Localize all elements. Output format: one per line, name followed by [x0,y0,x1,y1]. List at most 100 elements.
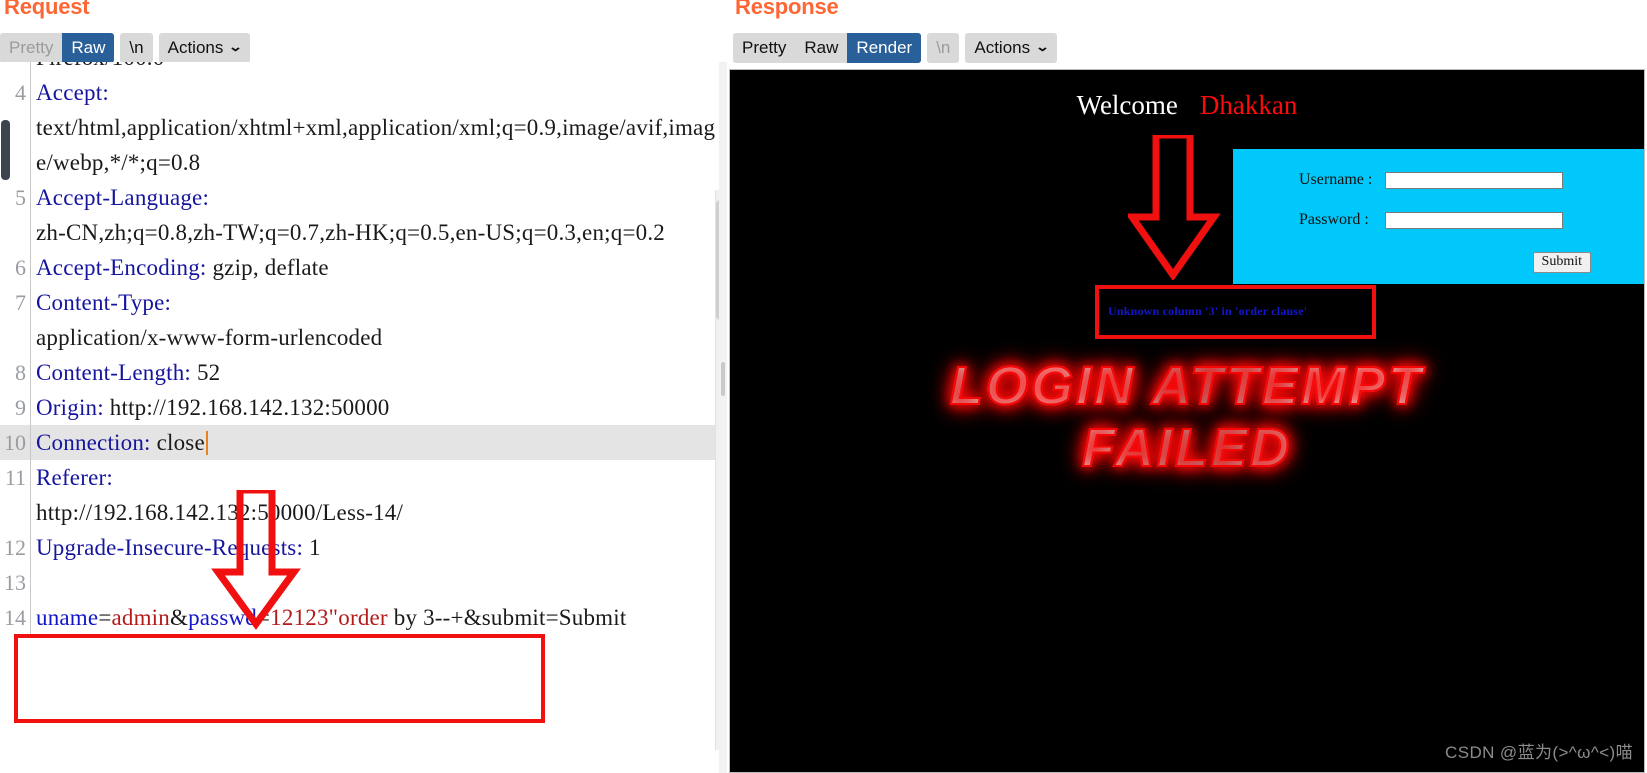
welcome-username: Dhakkan [1199,90,1298,120]
response-tab-raw[interactable]: Raw [795,33,848,63]
response-tab-pretty[interactable]: Pretty [733,33,796,63]
response-newline-button[interactable]: \n [927,33,960,63]
body-ampersand: & [169,605,189,630]
splitter-grip[interactable] [721,362,725,396]
request-newline-button[interactable]: \n [120,33,153,63]
line-number: 5 [15,185,26,210]
code-line-text: Content-Length: 52 [30,355,727,390]
header-name: Origin: [36,395,104,420]
header-value: http://192.168.142.132:50000 [103,395,390,420]
code-line-text: Accept-Language: [30,180,727,215]
code-line: 9 Origin: http://192.168.142.132:50000 [0,390,727,425]
code-line: 5 Accept-Language: [0,180,727,215]
code-line: 8 Content-Length: 52 [0,355,727,390]
header-value: 52 [191,360,221,385]
code-line-text: Accept: [30,75,727,110]
body-param-uname-key: uname [36,605,99,630]
header-value: close [150,430,205,455]
line-number: 10 [4,430,26,455]
username-row: Username : [1233,171,1644,189]
body-param-submit: &submit=Submit [463,605,627,630]
code-line: 11 Referer: [0,460,727,495]
line-number: 12 [4,535,26,560]
code-line-text: Firefox/100.0 [30,62,727,75]
chevron-down-icon: ⌄ [228,39,244,54]
submit-button[interactable]: Submit [1532,252,1591,273]
request-view-tabs: Pretty Raw [0,33,115,63]
line-number: 14 [4,605,26,630]
code-line: 4 Accept: [0,75,727,110]
line-number: 8 [15,360,26,385]
request-tab-raw[interactable]: Raw [62,33,115,63]
request-toolbar: Pretty Raw \n Actions ⌄ [0,33,251,63]
code-line: 7 Content-Type: [0,285,727,320]
welcome-banner: Welcome Dhakkan [730,90,1644,121]
password-row: Password : [1233,211,1644,229]
request-actions-label: Actions [167,38,224,57]
code-line: 12 Upgrade-Insecure-Requests: 1 [0,530,727,565]
request-actions-menu: Actions ⌄ [158,33,251,63]
code-line: application/x-www-form-urlencoded [0,320,727,355]
line-number: 9 [15,395,26,420]
response-view-tabs: Pretty Raw Render [733,33,922,63]
response-actions-label: Actions [974,38,1031,57]
line-number: 4 [15,80,26,105]
username-input[interactable] [1385,171,1563,189]
body-param-uname-value: admin [111,605,170,630]
response-render-view: Welcome Dhakkan Username : Password : Sub… [729,69,1645,773]
code-line-active: 10 Connection: close [0,425,727,460]
header-name: Content-Length: [36,360,192,385]
request-code-lines: Firefox/100.0 4 Accept: text/html,applic… [0,62,727,635]
submit-row: Submit [1233,252,1644,273]
header-name: Accept-Encoding: [36,255,207,280]
login-failed-line-1: LOGIN ATTEMPT [730,355,1644,417]
header-value: gzip, deflate [206,255,329,280]
burp-suite-repeater-screen: Request Pretty Raw \n Actions ⌄ 4 Accept… [0,0,1647,773]
request-body-text: uname=admin&passwd=12123"order by 3--+&s… [30,600,727,635]
request-panel: Request Pretty Raw \n Actions ⌄ 4 Accept… [0,0,727,773]
body-eq-1: = [98,605,112,630]
line-number: 11 [4,465,26,490]
text-cursor [205,431,208,455]
header-name: Content-Type: [36,290,172,315]
code-line-text: Referer: [30,460,727,495]
request-actions-button[interactable]: Actions ⌄ [158,33,251,63]
password-input[interactable] [1385,211,1563,229]
code-line: zh-CN,zh;q=0.8,zh-TW;q=0.7,zh-HK;q=0.5,e… [0,215,727,250]
code-line: 6 Accept-Encoding: gzip, deflate [0,250,727,285]
request-tab-pretty[interactable]: Pretty [0,33,63,63]
code-line-text: http://192.168.142.132:50000/Less-14/ [30,495,727,530]
code-line-partial: Firefox/100.0 [0,62,727,75]
line-number: 13 [4,570,26,595]
header-name: Accept-Language: [36,185,210,210]
request-code-editor[interactable]: Firefox/100.0 4 Accept: text/html,applic… [0,62,727,773]
request-panel-title: Request [4,0,90,19]
code-line-text: Upgrade-Insecure-Requests: 1 [30,530,727,565]
csdn-watermark: CSDN @蓝为(>^ω^<)喵 [1445,743,1633,762]
code-line-text: Origin: http://192.168.142.132:50000 [30,390,727,425]
code-line-blank: 13 [0,565,727,600]
code-line: text/html,application/xhtml+xml,applicat… [0,110,727,180]
response-panel-title: Response [735,0,839,19]
body-param-passwd-value: 12123"order [270,605,388,630]
body-sql-tail: by 3--+ [387,605,464,630]
header-name: Referer: [36,465,113,490]
request-left-scrollbar-thumb[interactable] [1,120,10,180]
body-param-passwd-key: passwd [188,605,257,630]
response-actions-button[interactable]: Actions ⌄ [965,33,1058,63]
response-tab-render[interactable]: Render [847,33,922,63]
chevron-down-icon: ⌄ [1035,39,1050,54]
username-label: Username : [1299,171,1373,188]
sql-error-message: Unknown column '3' in 'order clause' [1108,304,1308,318]
panel-splitter[interactable] [719,62,727,773]
login-failed-line-2: FAILED [730,417,1644,479]
response-toolbar: Pretty Raw Render \n Actions ⌄ [733,33,1058,63]
code-line-text: Content-Type: [30,285,727,320]
header-value: 1 [303,535,321,560]
password-label: Password : [1299,211,1369,228]
code-line-body: 14 uname=admin&passwd=12123"order by 3--… [0,600,727,635]
body-eq-2: = [257,605,271,630]
code-line-text: Accept-Encoding: gzip, deflate [30,250,727,285]
code-line-text: application/x-www-form-urlencoded [30,320,727,355]
line-number: 6 [15,255,26,280]
